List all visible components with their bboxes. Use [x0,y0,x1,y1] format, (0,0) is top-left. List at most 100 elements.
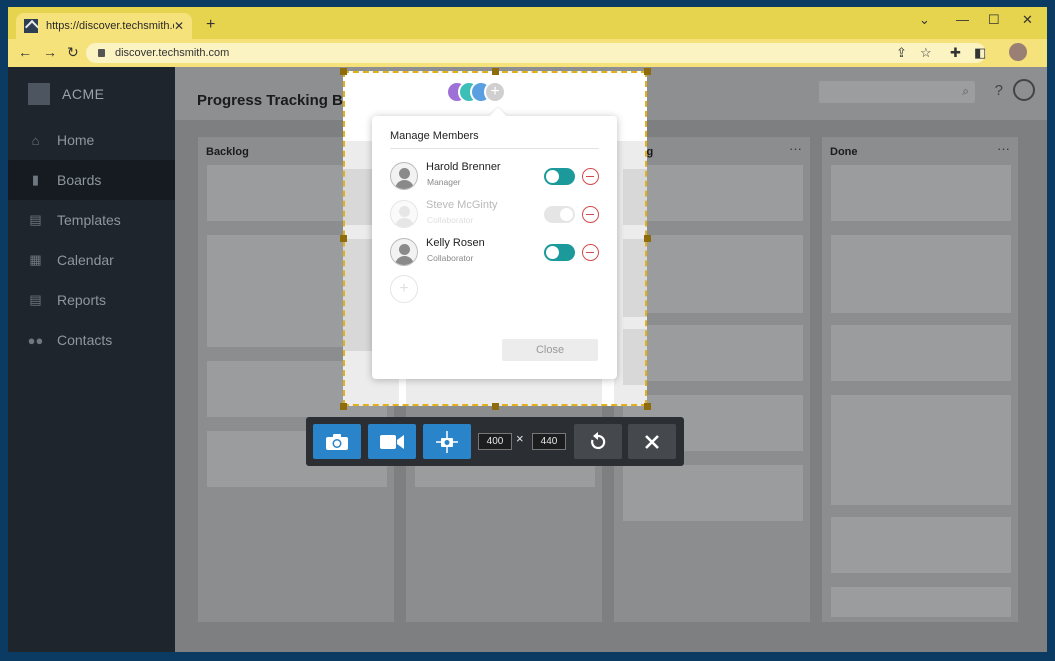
resize-handle[interactable] [340,68,347,75]
video-camera-icon [380,434,404,449]
sidebar-item-contacts[interactable]: ●● Contacts [8,320,175,360]
sidebar-item-label: Contacts [57,332,113,348]
new-tab-button[interactable]: + [206,16,215,34]
brand-name: ACME [62,85,105,102]
member-role: Collaborator [427,253,474,263]
extensions-icon[interactable]: ✚ [950,45,961,61]
home-icon: ⌂ [31,132,40,148]
column-done: Done ··· [822,137,1018,622]
crosshair-button[interactable] [423,424,471,459]
resize-handle[interactable] [340,235,347,242]
popup-arrow [489,107,507,125]
tab-title: https://discover.techsmith.com [46,20,174,32]
resize-handle[interactable] [492,403,499,410]
brand: ACME [8,67,175,120]
browser-profile-avatar[interactable] [1009,43,1027,61]
search-input[interactable]: ⌕ [819,81,975,103]
resize-handle[interactable] [340,403,347,410]
toggle-knob [546,170,559,183]
board-card[interactable] [623,165,803,221]
add-member-button[interactable]: + [390,275,418,303]
board-card[interactable] [623,235,803,313]
divider [390,148,599,149]
sidebar-item-label: Home [57,132,95,148]
bookmark-star-icon[interactable]: ☆ [920,45,932,61]
sidebar-item-home[interactable]: ⌂ Home [8,120,175,160]
board-card[interactable] [831,517,1011,573]
column-more-icon[interactable]: ··· [789,141,802,156]
lock-icon [98,49,105,57]
board-card[interactable] [623,325,803,381]
back-arrow-icon[interactable]: ← [18,44,32,60]
member-avatar-stack[interactable]: + [446,81,512,103]
member-toggle[interactable] [544,168,575,185]
techsmith-favicon-icon [24,19,38,33]
remove-member-icon[interactable] [582,168,599,185]
sidebar-item-templates[interactable]: ▤ Templates [8,200,175,240]
help-icon[interactable]: ? [995,82,1003,99]
toggle-knob [560,208,573,221]
board-card[interactable] [831,325,1011,381]
resize-handle[interactable] [492,68,499,75]
member-toggle[interactable] [544,206,575,223]
templates-icon: ▤ [29,212,42,227]
member-avatar-icon [390,162,418,190]
column-more-icon[interactable]: ··· [997,141,1010,156]
forward-arrow-icon[interactable]: → [43,44,57,60]
restart-icon [591,431,606,449]
tab-search-icon[interactable]: ⌄ [919,12,930,28]
browser-tab[interactable]: https://discover.techsmith.com ✕ [16,13,192,39]
board-card[interactable] [831,165,1011,221]
camera-icon [326,433,348,450]
resize-handle[interactable] [644,403,651,410]
remove-member-icon[interactable] [582,244,599,261]
reports-icon: ▤ [29,292,42,307]
popup-title: Manage Members [390,130,479,142]
height-input[interactable]: 440 [532,433,566,450]
url-field[interactable]: discover.techsmith.com [86,43,986,63]
remove-member-icon[interactable] [582,206,599,223]
search-icon: ⌕ [962,84,969,98]
tab-close-icon[interactable]: ✕ [174,19,184,33]
video-button[interactable] [368,424,416,459]
sidebar-item-boards[interactable]: ▮ Boards [8,160,175,200]
browser-window: https://discover.techsmith.com ✕ + ⌄ — ☐… [8,7,1047,652]
board-card [623,239,647,317]
tab-bar: https://discover.techsmith.com ✕ + ⌄ — ☐… [8,7,1047,39]
member-avatar-icon [390,238,418,266]
screenshot-button[interactable] [313,424,361,459]
board-card[interactable] [623,465,803,521]
resize-handle[interactable] [644,235,651,242]
boards-icon: ▮ [31,172,40,187]
maximize-button[interactable]: ☐ [988,12,1000,28]
add-member-icon[interactable]: + [484,81,506,103]
close-button[interactable]: Close [502,339,598,361]
reset-button[interactable] [574,424,622,459]
acme-logo [28,82,50,105]
board-card[interactable] [831,587,1011,617]
member-name: Steve McGinty [426,199,498,211]
column-title: Done [830,146,858,158]
url-text: discover.techsmith.com [115,47,230,59]
member-name: Kelly Rosen [426,237,485,249]
sidebar-item-calendar[interactable]: ▦ Calendar [8,240,175,280]
crosshair-icon [436,430,458,453]
reload-icon[interactable]: ↻ [67,44,79,61]
side-panel-icon[interactable]: ◧ [974,45,986,61]
user-account-icon[interactable] [1013,79,1035,101]
minimize-button[interactable]: — [956,12,969,27]
width-input[interactable]: 400 [478,433,512,450]
manage-members-popup: Manage Members Harold Brenner Manager St… [372,107,617,379]
board-card[interactable] [831,395,1011,505]
member-toggle[interactable] [544,244,575,261]
share-icon[interactable]: ⇪ [896,45,907,61]
sidebar-item-reports[interactable]: ▤ Reports [8,280,175,320]
close-window-button[interactable]: ✕ [1022,12,1033,28]
cancel-button[interactable] [628,424,676,459]
contacts-icon: ●● [27,332,44,348]
member-role: Manager [427,177,461,187]
capture-region[interactable]: + Manage Members Harold Brenner Manager … [343,71,647,406]
member-avatar-icon [390,200,418,228]
board-card[interactable] [831,235,1011,313]
resize-handle[interactable] [644,68,651,75]
